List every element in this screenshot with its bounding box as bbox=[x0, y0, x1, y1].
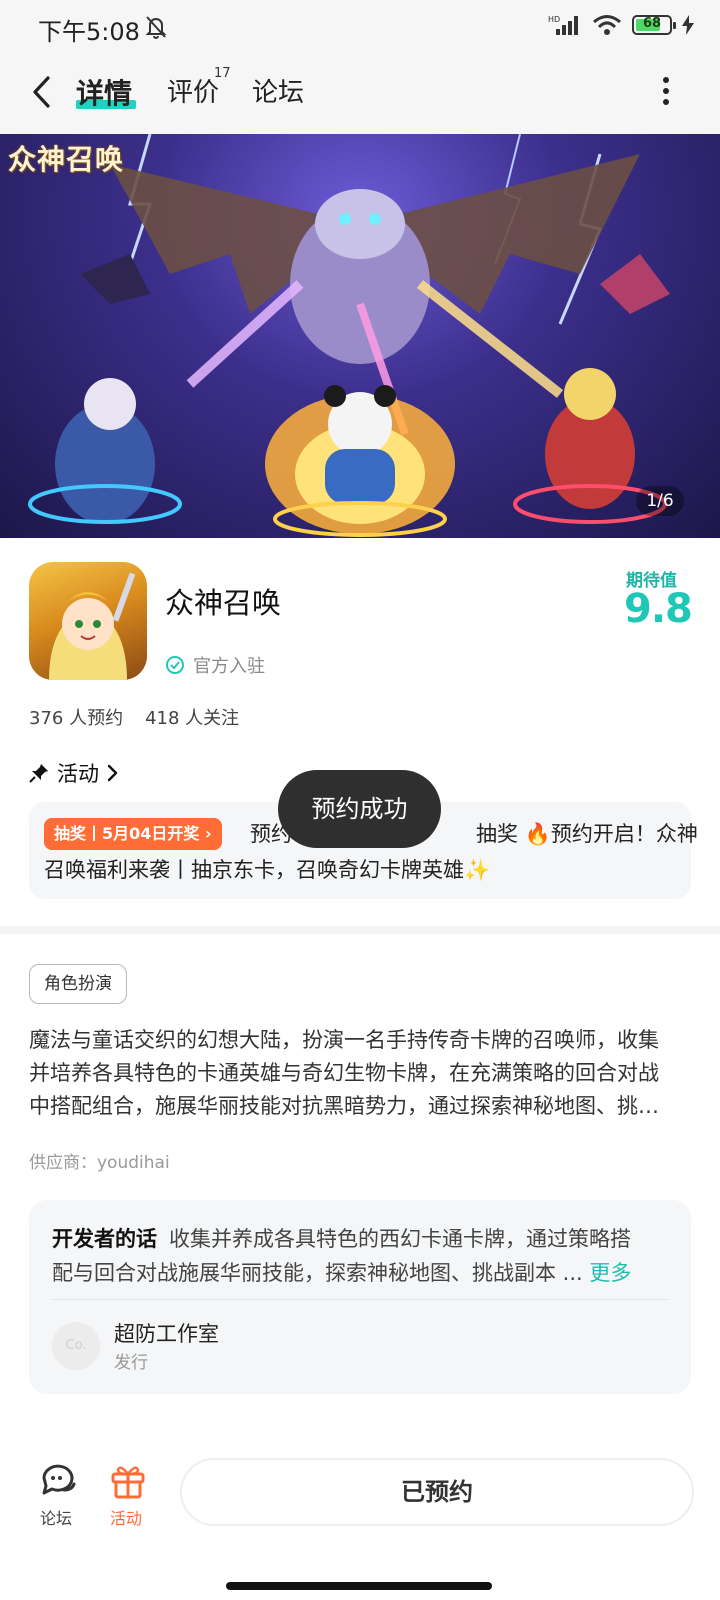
genre-tag[interactable]: 角色扮演 bbox=[29, 964, 127, 1004]
game-description[interactable]: 魔法与童话交织的幻想大陆，扮演一名手持传奇卡牌的召唤师，收集 并培养各具特色的卡… bbox=[29, 1024, 693, 1123]
tab-reviews[interactable]: 评价 bbox=[167, 72, 219, 109]
lottery-tag-label: 抽奖丨5月04日开奖 bbox=[54, 824, 200, 843]
supplier-text: 供应商：youdihai bbox=[29, 1153, 170, 1173]
lottery-tag[interactable]: 抽奖丨5月04日开奖 › bbox=[44, 818, 222, 850]
tab-forum[interactable]: 论坛 bbox=[252, 72, 304, 109]
reviews-count-badge: 17 bbox=[214, 66, 231, 81]
tab-details[interactable]: 详情 bbox=[76, 72, 132, 112]
gift-icon[interactable] bbox=[108, 1460, 148, 1500]
developer-divider bbox=[52, 1299, 668, 1300]
chevron-right-icon: › bbox=[204, 824, 212, 843]
toast-message: 预约成功 bbox=[278, 770, 441, 848]
status-icons: HD 68 bbox=[548, 14, 694, 36]
expect-value: 9.8 bbox=[624, 586, 693, 632]
home-indicator[interactable] bbox=[226, 1582, 492, 1590]
hero-banner[interactable] bbox=[0, 134, 720, 538]
studio-avatar[interactable]: Co. bbox=[52, 1322, 100, 1370]
activity-tab-label[interactable]: 活动 bbox=[110, 1505, 142, 1529]
reservation-count: 376 人预约 bbox=[29, 708, 124, 729]
forum-icon[interactable] bbox=[38, 1460, 78, 1500]
app-icon bbox=[29, 562, 147, 680]
svg-text:HD: HD bbox=[548, 15, 560, 24]
description-line: 魔法与童话交织的幻想大陆，扮演一名手持传奇卡牌的召唤师，收集 bbox=[29, 1028, 659, 1052]
more-link[interactable]: 更多 bbox=[589, 1261, 631, 1285]
signal-icon: HD bbox=[548, 15, 578, 35]
developer-text: 收集并养成各具特色的西幻卡通卡牌，通过策略搭 bbox=[169, 1227, 631, 1251]
hero-artwork bbox=[28, 134, 670, 537]
bell-muted-icon bbox=[145, 16, 167, 39]
activity-header-label: 活动 bbox=[57, 762, 99, 786]
wifi-icon bbox=[593, 15, 621, 35]
activity-text-line2: 召唤福利来袭丨抽京东卡，召唤奇幻卡牌英雄✨ bbox=[44, 858, 491, 882]
developer-text: 配与回合对战施展华丽技能，探索神秘地图、挑战副本 ... bbox=[52, 1261, 590, 1285]
section-divider bbox=[0, 926, 720, 934]
developer-message[interactable]: 开发者的话 收集并养成各具特色的西幻卡通卡牌，通过策略搭 配与回合对战施展华丽技能… bbox=[52, 1222, 672, 1290]
studio-name[interactable]: 超防工作室 bbox=[114, 1318, 219, 1348]
back-arrow-icon[interactable] bbox=[30, 74, 54, 110]
reserved-button[interactable]: 已预约 bbox=[180, 1458, 694, 1526]
status-time: 下午5:08 bbox=[38, 18, 140, 46]
developer-title: 开发者的话 bbox=[52, 1227, 157, 1251]
official-badge: 官方入驻 bbox=[165, 652, 265, 678]
game-logo: 众神召唤 bbox=[8, 143, 125, 176]
description-line: 中搭配组合，施展华丽技能对抗黑暗势力，通过探索神秘地图、挑… bbox=[29, 1094, 659, 1118]
chevron-right-icon bbox=[107, 764, 118, 782]
battery-icon: 68 bbox=[632, 15, 676, 35]
description-line: 并培养各具特色的卡通英雄与奇幻生物卡牌，在充满策略的回合对战 bbox=[29, 1061, 659, 1085]
follower-count: 418 人关注 bbox=[145, 708, 240, 729]
studio-role: 发行 bbox=[114, 1353, 148, 1373]
app-name: 众神召唤 bbox=[165, 586, 282, 620]
verified-check-icon bbox=[166, 656, 184, 674]
battery-level: 68 bbox=[642, 16, 662, 31]
official-label: 官方入驻 bbox=[193, 656, 265, 677]
more-options-icon[interactable] bbox=[660, 76, 672, 106]
charging-icon bbox=[682, 15, 694, 35]
pin-icon bbox=[29, 764, 48, 783]
forum-label[interactable]: 论坛 bbox=[40, 1505, 72, 1529]
image-counter: 1/6 bbox=[636, 486, 684, 516]
activity-text-suffix: 抽奖 🔥预约开启！众神 bbox=[476, 822, 698, 846]
activity-header[interactable]: 活动 bbox=[29, 758, 119, 788]
app-stats: 376 人预约 418 人关注 bbox=[29, 704, 239, 730]
